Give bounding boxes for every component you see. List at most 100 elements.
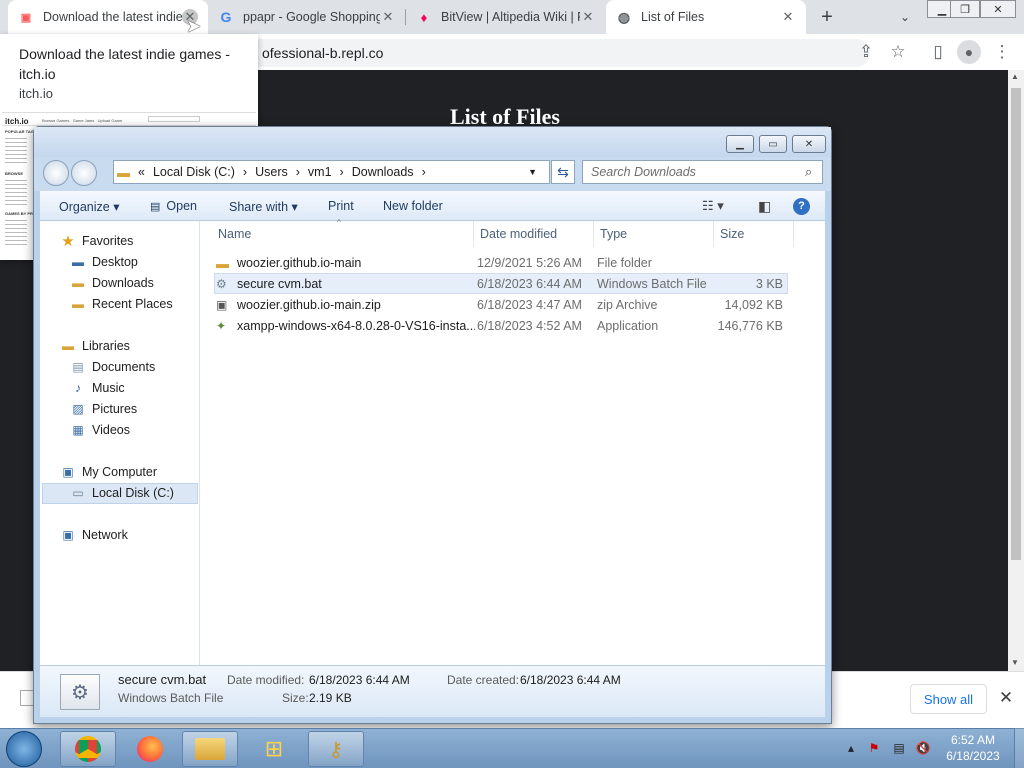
menu-dots-icon[interactable]: ⋮ bbox=[990, 40, 1014, 64]
start-button[interactable] bbox=[6, 731, 42, 767]
tab-close-icon[interactable]: ✕ bbox=[780, 9, 796, 25]
explorer-search-input[interactable]: Search Downloads bbox=[582, 160, 823, 184]
page-scrollbar-thumb[interactable] bbox=[1011, 88, 1021, 560]
keys-app-taskbar-button[interactable]: ⚷ bbox=[308, 731, 364, 767]
nav-recent-places[interactable]: ▬ Recent Places bbox=[70, 294, 173, 314]
nav-documents[interactable]: ▤ Documents bbox=[70, 357, 155, 377]
help-icon[interactable]: ? bbox=[793, 191, 810, 221]
preview-pane-icon[interactable]: ◧ bbox=[758, 191, 771, 221]
explorer-maximize-button[interactable]: ▭ bbox=[759, 135, 787, 153]
nav-favorites[interactable]: ★ Favorites bbox=[60, 231, 133, 251]
profile-avatar-icon[interactable]: ● bbox=[957, 40, 981, 64]
back-button[interactable] bbox=[43, 160, 69, 186]
nav-pictures[interactable]: ▨ Pictures bbox=[70, 399, 137, 419]
file-name: secure cvm.bat bbox=[237, 277, 322, 291]
nav-desktop[interactable]: ▬ Desktop bbox=[70, 252, 138, 272]
nav-downloads[interactable]: ▬ Downloads bbox=[70, 273, 154, 293]
libraries-icon: ▬ bbox=[62, 339, 74, 353]
scroll-down-arrow-icon[interactable]: ▼ bbox=[1011, 658, 1019, 667]
breadcrumb-local-disk[interactable]: Local Disk (C:) bbox=[153, 165, 235, 179]
close-window-button[interactable]: ✕ bbox=[980, 0, 1016, 18]
file-row[interactable]: ⚙ secure cvm.bat 6/18/2023 6:44 AM Windo… bbox=[216, 274, 788, 294]
file-size bbox=[717, 253, 783, 273]
column-header-type[interactable]: Type bbox=[594, 221, 714, 247]
bookmark-star-icon[interactable]: ☆ bbox=[886, 40, 910, 64]
share-icon[interactable]: ⇪ bbox=[854, 40, 878, 64]
explorer-close-button[interactable]: ✕ bbox=[792, 135, 826, 153]
close-download-bar-icon[interactable]: ✕ bbox=[996, 688, 1016, 708]
star-icon: ★ bbox=[61, 233, 75, 250]
tab-close-icon[interactable]: ✕ bbox=[580, 9, 596, 25]
file-type: Application bbox=[597, 319, 659, 333]
tab-title: ppapr - Google Shopping bbox=[243, 10, 380, 24]
file-date: 6/18/2023 4:47 AM bbox=[477, 298, 582, 312]
details-size-label: Size: bbox=[282, 691, 309, 705]
folder-icon: ▬ bbox=[117, 164, 130, 180]
change-view-icon[interactable]: ☷ ▾ bbox=[702, 191, 724, 221]
show-hidden-icons-icon[interactable]: ▴ bbox=[843, 740, 859, 756]
file-row[interactable]: ▣ woozier.github.io-main.zip 6/18/2023 4… bbox=[216, 295, 788, 315]
explorer-minimize-button[interactable]: ▁ bbox=[726, 135, 754, 153]
side-panel-icon[interactable]: ▯ bbox=[926, 40, 950, 64]
download-file-icon[interactable] bbox=[20, 690, 34, 706]
breadcrumb-vm1[interactable]: vm1 bbox=[308, 165, 332, 179]
restore-button[interactable]: ❐ bbox=[950, 0, 980, 18]
globe-icon: ◍ bbox=[617, 8, 631, 25]
firefox-taskbar-button[interactable] bbox=[122, 731, 178, 767]
show-all-downloads-button[interactable]: Show all bbox=[910, 684, 987, 714]
tab-itchio[interactable]: ▣ Download the latest indie games - itch… bbox=[8, 0, 208, 34]
column-header-date[interactable]: Date modified bbox=[474, 221, 594, 247]
nav-my-computer[interactable]: ▣ My Computer bbox=[60, 462, 157, 482]
address-bar[interactable]: ofessional-b.repl.co bbox=[170, 39, 870, 67]
nav-network[interactable]: ▣ Network bbox=[60, 525, 128, 545]
details-modified: 6/18/2023 6:44 AM bbox=[309, 673, 410, 687]
nav-music[interactable]: ♪ Music bbox=[70, 378, 125, 398]
organize-button[interactable]: Organize ▾ bbox=[59, 191, 119, 221]
nav-local-disk[interactable]: ▭ Local Disk (C:) bbox=[70, 483, 174, 503]
column-header-name[interactable]: Name bbox=[212, 221, 474, 247]
explorer-content: ★ Favorites ▬ Desktop ▬ Downloads ▬ Recent P… bbox=[40, 218, 825, 665]
forward-button[interactable] bbox=[71, 160, 97, 186]
explorer-taskbar-button[interactable] bbox=[182, 731, 238, 767]
chrome-icon bbox=[75, 736, 101, 762]
breadcrumb-downloads[interactable]: Downloads bbox=[352, 165, 414, 179]
refresh-icon[interactable]: ⇆ bbox=[551, 160, 575, 184]
computer-icon: ▣ bbox=[62, 465, 74, 479]
open-button[interactable]: ▤ Open bbox=[150, 191, 197, 221]
tab-search-chevron-icon[interactable]: ⌄ bbox=[896, 8, 914, 26]
print-button[interactable]: Print bbox=[328, 191, 354, 221]
volume-muted-icon[interactable]: 🔇 bbox=[915, 740, 931, 756]
nav-videos[interactable]: ▦ Videos bbox=[70, 420, 130, 440]
file-row[interactable]: ▬ woozier.github.io-main 12/9/2021 5:26 … bbox=[216, 253, 788, 273]
clock-time: 6:52 AM bbox=[950, 733, 996, 747]
new-tab-button[interactable]: + bbox=[816, 6, 838, 28]
scroll-up-arrow-icon[interactable]: ▲ bbox=[1011, 72, 1019, 81]
file-row[interactable]: ✦ xampp-windows-x64-8.0.28-0-VS16-insta.… bbox=[216, 316, 788, 336]
address-dropdown-icon[interactable]: ▼ bbox=[528, 167, 537, 177]
chrome-taskbar-button[interactable] bbox=[60, 731, 116, 767]
windows-logo-taskbar-button[interactable]: ⊞ bbox=[246, 731, 302, 767]
show-desktop-button[interactable] bbox=[1014, 728, 1024, 768]
nav-libraries[interactable]: ▬ Libraries bbox=[60, 336, 130, 356]
tab-list-of-files[interactable]: ◍ List of Files ✕ bbox=[606, 0, 806, 34]
windows-logo-icon: ⊞ bbox=[264, 736, 284, 761]
videos-icon: ▦ bbox=[72, 423, 84, 437]
share-with-button[interactable]: Share with ▾ bbox=[229, 191, 298, 221]
file-date: 6/18/2023 4:52 AM bbox=[477, 319, 582, 333]
details-filename: secure cvm.bat bbox=[118, 672, 207, 687]
explorer-title-bar[interactable]: ▁ ▭ ✕ bbox=[34, 127, 831, 157]
action-center-icon[interactable]: ⚑ bbox=[866, 740, 882, 756]
breadcrumb-users[interactable]: Users bbox=[255, 165, 288, 179]
tab-bitview[interactable]: ♦ BitView | Altipedia Wiki | Fandom ✕ bbox=[406, 0, 606, 34]
column-header-size[interactable]: Size bbox=[714, 221, 794, 247]
system-clock[interactable]: 6:52 AM 6/18/2023 bbox=[936, 732, 1010, 764]
network-tray-icon[interactable]: ▤ bbox=[891, 740, 907, 756]
file-type: zip Archive bbox=[597, 298, 658, 312]
file-type: Windows Batch File bbox=[597, 277, 707, 291]
explorer-address-bar[interactable]: ▬ « Local Disk (C:) › Users › vm1 › Down… bbox=[113, 160, 550, 184]
tab-close-icon[interactable]: ✕ bbox=[380, 9, 396, 25]
details-size: 2.19 KB bbox=[309, 691, 352, 705]
new-folder-button[interactable]: New folder bbox=[383, 191, 443, 221]
tab-google-shopping[interactable]: G ppapr - Google Shopping ✕ bbox=[208, 0, 406, 34]
hover-card-domain: itch.io bbox=[19, 86, 53, 101]
